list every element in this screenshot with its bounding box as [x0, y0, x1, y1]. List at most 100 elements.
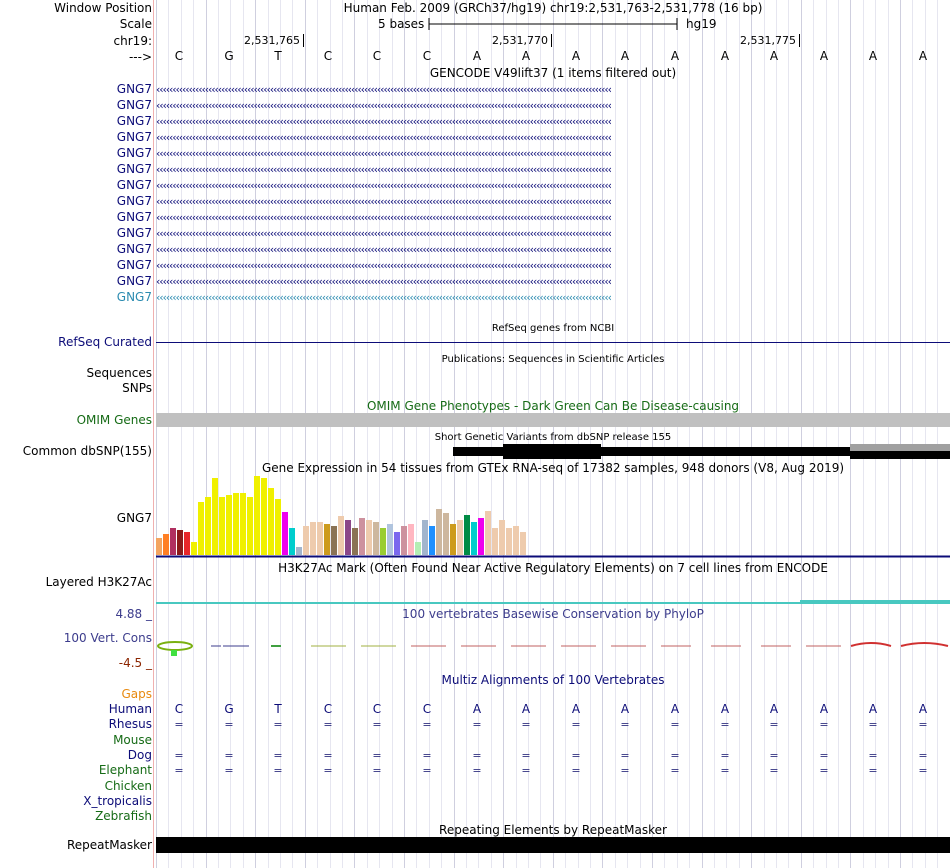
- gencode-gene-label[interactable]: GNG7: [0, 178, 152, 193]
- gtex-tissue-bar[interactable]: [499, 520, 505, 555]
- gtex-tissue-bar[interactable]: [464, 515, 470, 555]
- gencode-transcript[interactable]: ‹‹‹‹‹‹‹‹‹‹‹‹‹‹‹‹‹‹‹‹‹‹‹‹‹‹‹‹‹‹‹‹‹‹‹‹‹‹‹‹…: [156, 178, 950, 193]
- gtex-tissue-bar[interactable]: [324, 524, 330, 555]
- gtex-tissue-bar[interactable]: [156, 538, 162, 555]
- gtex-tissue-bar[interactable]: [240, 493, 246, 555]
- phylop-signal[interactable]: [156, 636, 950, 666]
- gtex-tissue-bar[interactable]: [520, 532, 526, 555]
- gtex-tissue-bar[interactable]: [219, 497, 225, 555]
- phylop-track-label[interactable]: 100 Vert. Cons: [0, 631, 152, 646]
- gencode-gene-label[interactable]: GNG7: [0, 146, 152, 161]
- gencode-transcript[interactable]: ‹‹‹‹‹‹‹‹‹‹‹‹‹‹‹‹‹‹‹‹‹‹‹‹‹‹‹‹‹‹‹‹‹‹‹‹‹‹‹‹…: [156, 114, 950, 129]
- gencode-transcript[interactable]: ‹‹‹‹‹‹‹‹‹‹‹‹‹‹‹‹‹‹‹‹‹‹‹‹‹‹‹‹‹‹‹‹‹‹‹‹‹‹‹‹…: [156, 146, 950, 161]
- gtex-tissue-bar[interactable]: [303, 526, 309, 555]
- dbsnp-variant-bar[interactable]: [850, 444, 950, 451]
- gencode-gene-label[interactable]: GNG7: [0, 98, 152, 113]
- gencode-transcript[interactable]: ‹‹‹‹‹‹‹‹‹‹‹‹‹‹‹‹‹‹‹‹‹‹‹‹‹‹‹‹‹‹‹‹‹‹‹‹‹‹‹‹…: [156, 130, 950, 145]
- gtex-tissue-bar[interactable]: [513, 526, 519, 555]
- species-label[interactable]: Zebrafish: [0, 809, 152, 824]
- gtex-tissue-bar[interactable]: [254, 476, 260, 555]
- species-label[interactable]: Chicken: [0, 779, 152, 794]
- gtex-tissue-bar[interactable]: [352, 528, 358, 555]
- species-label[interactable]: X_tropicalis: [0, 794, 152, 809]
- gtex-tissue-bar[interactable]: [177, 530, 183, 555]
- gtex-tissue-bar[interactable]: [485, 511, 491, 555]
- gencode-gene-label[interactable]: GNG7: [0, 114, 152, 129]
- snps-track-label[interactable]: SNPs: [0, 381, 152, 396]
- gtex-tissue-bar[interactable]: [191, 542, 197, 555]
- gtex-tissue-bar[interactable]: [247, 497, 253, 555]
- gtex-tissue-bar[interactable]: [443, 513, 449, 555]
- gencode-gene-label[interactable]: GNG7: [0, 274, 152, 289]
- gtex-tissue-bar[interactable]: [184, 532, 190, 555]
- refseq-track-label[interactable]: RefSeq Curated: [0, 335, 152, 350]
- gtex-tissue-bar[interactable]: [415, 542, 421, 555]
- gtex-tissue-bar[interactable]: [170, 528, 176, 555]
- gtex-tissue-bar[interactable]: [387, 524, 393, 555]
- gencode-gene-label[interactable]: GNG7: [0, 210, 152, 225]
- repeatmasker-element-bar[interactable]: [156, 837, 950, 853]
- species-label[interactable]: Human: [0, 702, 152, 717]
- gencode-gene-label[interactable]: GNG7: [0, 194, 152, 209]
- gencode-transcript[interactable]: ‹‹‹‹‹‹‹‹‹‹‹‹‹‹‹‹‹‹‹‹‹‹‹‹‹‹‹‹‹‹‹‹‹‹‹‹‹‹‹‹…: [156, 194, 950, 209]
- gencode-gene-label[interactable]: GNG7: [0, 242, 152, 257]
- gencode-transcript[interactable]: ‹‹‹‹‹‹‹‹‹‹‹‹‹‹‹‹‹‹‹‹‹‹‹‹‹‹‹‹‹‹‹‹‹‹‹‹‹‹‹‹…: [156, 274, 950, 289]
- gtex-tissue-bar[interactable]: [429, 526, 435, 555]
- gtex-tissue-bar[interactable]: [380, 528, 386, 555]
- gencode-gene-label[interactable]: GNG7: [0, 82, 152, 97]
- gtex-tissue-bar[interactable]: [506, 528, 512, 555]
- gtex-tissue-bar[interactable]: [205, 497, 211, 555]
- repeatmasker-track-label[interactable]: RepeatMasker: [0, 838, 152, 853]
- chrom-label[interactable]: chr19:: [0, 34, 152, 49]
- gtex-tissue-bar[interactable]: [198, 502, 204, 555]
- gencode-gene-label[interactable]: GNG7: [0, 226, 152, 241]
- window-position-label[interactable]: Window Position: [0, 1, 152, 16]
- gtex-tissue-bar[interactable]: [366, 520, 372, 555]
- gencode-transcript[interactable]: ‹‹‹‹‹‹‹‹‹‹‹‹‹‹‹‹‹‹‹‹‹‹‹‹‹‹‹‹‹‹‹‹‹‹‹‹‹‹‹‹…: [156, 242, 950, 257]
- gtex-tissue-bar[interactable]: [478, 518, 484, 555]
- gtex-tissue-bar[interactable]: [457, 520, 463, 555]
- gencode-gene-label[interactable]: GNG7: [0, 162, 152, 177]
- gtex-tissue-bar[interactable]: [296, 547, 302, 555]
- sequences-track-label[interactable]: Sequences: [0, 366, 152, 381]
- gtex-tissue-bar[interactable]: [226, 495, 232, 555]
- gtex-tissue-bar[interactable]: [492, 528, 498, 555]
- gtex-tissue-bar[interactable]: [436, 509, 442, 555]
- gencode-gene-label[interactable]: GNG7: [0, 258, 152, 273]
- gaps-label[interactable]: Gaps: [0, 687, 152, 702]
- dbsnp-variant-bar[interactable]: [503, 444, 601, 459]
- gencode-transcript[interactable]: ‹‹‹‹‹‹‹‹‹‹‹‹‹‹‹‹‹‹‹‹‹‹‹‹‹‹‹‹‹‹‹‹‹‹‹‹‹‹‹‹…: [156, 98, 950, 113]
- gtex-tissue-bar[interactable]: [275, 499, 281, 555]
- gencode-transcript[interactable]: ‹‹‹‹‹‹‹‹‹‹‹‹‹‹‹‹‹‹‹‹‹‹‹‹‹‹‹‹‹‹‹‹‹‹‹‹‹‹‹‹…: [156, 258, 950, 273]
- species-label[interactable]: Dog: [0, 748, 152, 763]
- h3k27ac-signal[interactable]: [800, 600, 950, 602]
- dbsnp-variant-bar[interactable]: [850, 451, 950, 459]
- species-label[interactable]: Rhesus: [0, 717, 152, 732]
- gtex-tissue-bar[interactable]: [338, 516, 344, 555]
- gtex-tissue-bar[interactable]: [401, 526, 407, 555]
- strand-arrow-label[interactable]: --->: [0, 50, 152, 65]
- gtex-tissue-bar[interactable]: [310, 522, 316, 555]
- gtex-tissue-bar[interactable]: [282, 512, 288, 555]
- omim-track-label[interactable]: OMIM Genes: [0, 413, 152, 428]
- gencode-transcript[interactable]: ‹‹‹‹‹‹‹‹‹‹‹‹‹‹‹‹‹‹‹‹‹‹‹‹‹‹‹‹‹‹‹‹‹‹‹‹‹‹‹‹…: [156, 290, 950, 305]
- gtex-track-label[interactable]: GNG7: [0, 511, 152, 526]
- gencode-transcript[interactable]: ‹‹‹‹‹‹‹‹‹‹‹‹‹‹‹‹‹‹‹‹‹‹‹‹‹‹‹‹‹‹‹‹‹‹‹‹‹‹‹‹…: [156, 82, 950, 97]
- scale-label[interactable]: Scale: [0, 17, 152, 32]
- gtex-tissue-bar[interactable]: [163, 534, 169, 555]
- gtex-tissue-bar[interactable]: [289, 528, 295, 555]
- gtex-tissue-bar[interactable]: [268, 488, 274, 555]
- omim-feature-bar[interactable]: [156, 413, 950, 427]
- gtex-tissue-bar[interactable]: [331, 526, 337, 555]
- gtex-bar-chart[interactable]: [156, 476, 950, 558]
- h3k27ac-signal[interactable]: [156, 602, 950, 604]
- gtex-tissue-bar[interactable]: [373, 522, 379, 555]
- gtex-tissue-bar[interactable]: [394, 532, 400, 555]
- species-label[interactable]: Elephant: [0, 763, 152, 778]
- gencode-transcript[interactable]: ‹‹‹‹‹‹‹‹‹‹‹‹‹‹‹‹‹‹‹‹‹‹‹‹‹‹‹‹‹‹‹‹‹‹‹‹‹‹‹‹…: [156, 226, 950, 241]
- gencode-gene-label[interactable]: GNG7: [0, 130, 152, 145]
- gtex-tissue-bar[interactable]: [317, 522, 323, 555]
- gtex-tissue-bar[interactable]: [345, 520, 351, 555]
- gtex-tissue-bar[interactable]: [422, 520, 428, 555]
- species-label[interactable]: Mouse: [0, 733, 152, 748]
